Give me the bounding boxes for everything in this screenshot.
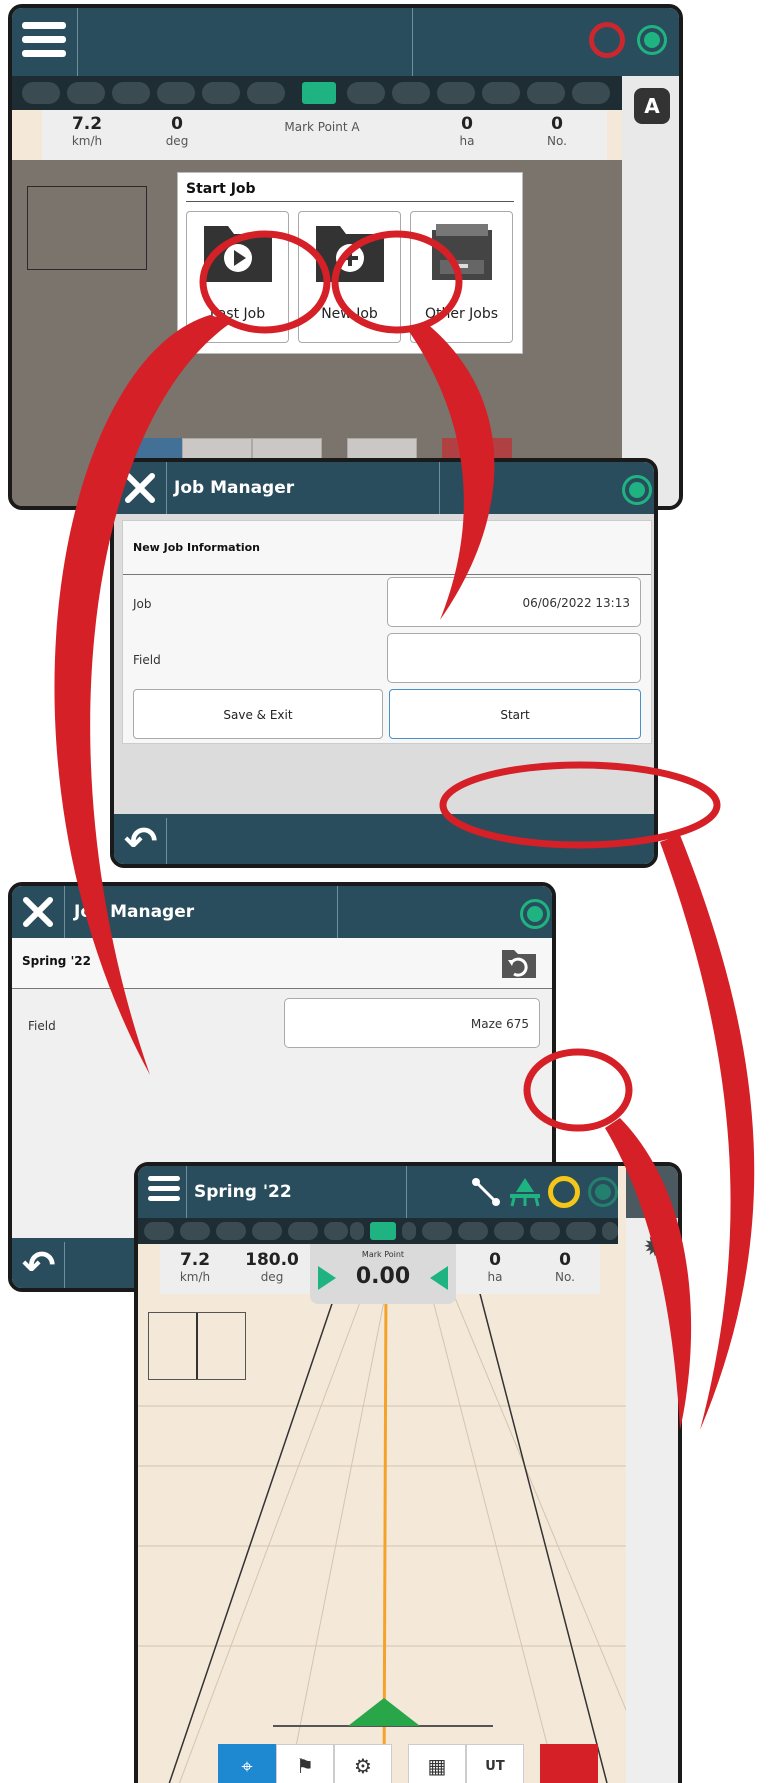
folder-play-icon bbox=[203, 226, 272, 282]
gnss-globe-icon[interactable] bbox=[622, 475, 652, 505]
side-panel bbox=[622, 76, 679, 506]
area-stat: 0 ha bbox=[459, 114, 475, 148]
job-manager-new-screen: Job Manager New Job Information Job 06/0… bbox=[110, 458, 658, 868]
main-screen: 7.2 km/h 0 deg Mark Point A 0 ha 0 No. A Sta… bbox=[8, 4, 683, 510]
start-job-dialog: Start Job Last Job New Job Other Jobs bbox=[177, 172, 523, 354]
ut-button[interactable]: UT bbox=[466, 1744, 524, 1783]
boom-sprayer-icon[interactable] bbox=[508, 1176, 542, 1208]
top-bar bbox=[12, 8, 679, 76]
back-icon[interactable]: ↶ bbox=[22, 1246, 56, 1286]
heading-stat: 0 deg bbox=[165, 114, 189, 148]
last-job-label: Last Job bbox=[209, 306, 266, 322]
close-icon[interactable] bbox=[118, 466, 162, 510]
guidance-screen: Spring '22 « ✹ 7.2 km/h 180.0 deg 0 ha 0 No.… bbox=[134, 1162, 682, 1783]
new-job-button[interactable]: New Job bbox=[298, 211, 401, 343]
field-layers-button[interactable]: ▦ bbox=[408, 1744, 466, 1783]
job-title: Spring '22 bbox=[194, 1182, 292, 1202]
job-manager-bottom-bar bbox=[114, 814, 654, 864]
steer-right-arrow-icon bbox=[318, 1266, 336, 1290]
menu-icon[interactable] bbox=[22, 22, 66, 64]
back-icon[interactable]: ↶ bbox=[124, 822, 158, 862]
badge-a-icon[interactable]: A bbox=[634, 88, 670, 124]
job-manager-title: Job Manager bbox=[174, 478, 295, 498]
heading-stat: 180.0 deg bbox=[245, 1250, 299, 1284]
area-stat: 0 ha bbox=[487, 1250, 503, 1284]
job-header: Spring '22 bbox=[12, 938, 552, 989]
cross-track-value: 0.00 bbox=[355, 1264, 411, 1289]
close-icon[interactable] bbox=[16, 890, 60, 934]
field-value[interactable]: Maze 675 bbox=[284, 998, 540, 1048]
mark-point-label: Mark Point bbox=[361, 1250, 405, 1259]
marker-button[interactable]: ⚑ bbox=[276, 1744, 334, 1783]
folder-plus-icon bbox=[315, 226, 384, 282]
menu-icon[interactable] bbox=[148, 1176, 180, 1208]
dialog-title: Start Job bbox=[186, 181, 256, 197]
section-title: New Job Information bbox=[133, 541, 261, 554]
speed-stat: 7.2 km/h bbox=[71, 114, 103, 148]
job-label: Job bbox=[133, 597, 152, 611]
mark-point-stat[interactable]: Mark Point A bbox=[242, 120, 402, 134]
compass-icon[interactable]: ✹ bbox=[638, 1230, 672, 1264]
status-bar: 7.2 km/h 0 deg Mark Point A 0 ha 0 No. bbox=[42, 110, 607, 160]
save-exit-button[interactable]: Save & Exit bbox=[133, 689, 383, 739]
gnss-globe-icon[interactable] bbox=[588, 1177, 618, 1207]
implement-hitch-icon[interactable] bbox=[470, 1176, 502, 1208]
section-indicator-bar bbox=[12, 76, 679, 110]
steering-wheel-icon[interactable] bbox=[589, 22, 625, 58]
guidance-mode-button[interactable]: ⌖ bbox=[218, 1744, 276, 1783]
collapse-panel-icon[interactable]: « bbox=[626, 1166, 678, 1218]
open-job-folder-icon[interactable] bbox=[500, 948, 538, 980]
new-job-label: New Job bbox=[321, 306, 378, 322]
job-manager-button[interactable] bbox=[540, 1744, 598, 1783]
steering-wheel-icon[interactable] bbox=[548, 1176, 580, 1208]
section-indicator-bar bbox=[138, 1218, 618, 1244]
guidance-toolbar: ⌖ ⚑ ⚙ ▦ UT bbox=[218, 1744, 598, 1783]
other-jobs-label: Other Jobs bbox=[424, 306, 499, 322]
gnss-globe-icon[interactable] bbox=[637, 25, 667, 55]
field-label: Field bbox=[28, 1019, 56, 1033]
job-name-field[interactable]: 06/06/2022 13:13 bbox=[387, 577, 641, 627]
last-job-button[interactable]: Last Job bbox=[186, 211, 289, 343]
field-label: Field bbox=[133, 653, 161, 667]
start-button[interactable]: Start bbox=[389, 689, 641, 739]
right-side-panel bbox=[626, 1218, 678, 1783]
gnss-globe-icon[interactable] bbox=[520, 899, 550, 929]
other-jobs-button[interactable]: Other Jobs bbox=[410, 211, 513, 343]
count-stat: 0 No. bbox=[547, 114, 567, 148]
count-stat: 0 No. bbox=[555, 1250, 575, 1284]
steer-left-arrow-icon bbox=[430, 1266, 448, 1290]
speed-stat: 7.2 km/h bbox=[179, 1250, 211, 1284]
field-name-field[interactable] bbox=[387, 633, 641, 683]
cross-track-panel[interactable]: Mark Point 0.00 bbox=[310, 1244, 456, 1304]
file-cabinet-icon bbox=[431, 224, 492, 280]
job-name: Spring '22 bbox=[22, 954, 91, 968]
job-manager-title: Job Manager bbox=[74, 902, 195, 922]
new-job-panel: New Job Information Job 06/06/2022 13:13… bbox=[122, 520, 652, 744]
settings-display-button[interactable]: ⚙ bbox=[334, 1744, 392, 1783]
mini-map bbox=[148, 1312, 246, 1380]
